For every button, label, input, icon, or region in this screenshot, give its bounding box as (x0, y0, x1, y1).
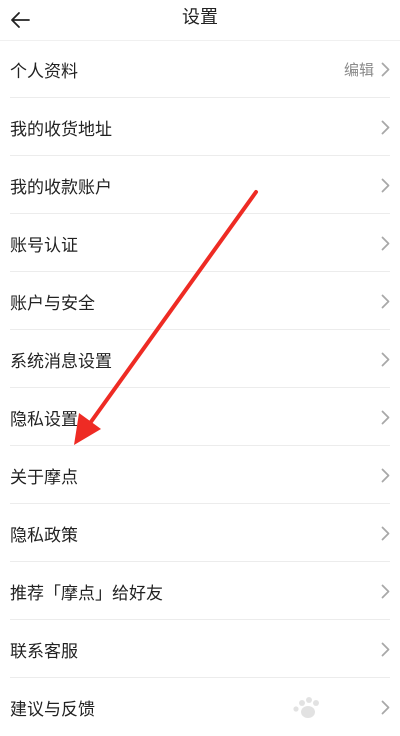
settings-item-label: 账户与安全 (10, 293, 95, 314)
chevron-right-icon (380, 583, 390, 599)
settings-item-account-verification[interactable]: 账号认证 (0, 214, 400, 272)
chevron-right-icon (380, 119, 390, 135)
settings-item-label: 我的收货地址 (10, 119, 112, 140)
settings-item-payout-account[interactable]: 我的收款账户 (0, 156, 400, 214)
chevron-right-icon (380, 409, 390, 425)
settings-item-shipping-address[interactable]: 我的收货地址 (0, 98, 400, 156)
settings-item-label: 关于摩点 (10, 467, 78, 488)
settings-item-privacy[interactable]: 隐私设置 (0, 388, 400, 446)
chevron-right-icon (380, 235, 390, 251)
settings-item-feedback[interactable]: 建议与反馈 (0, 678, 400, 736)
chevron-right-icon (380, 699, 390, 715)
settings-item-notifications[interactable]: 系统消息设置 (0, 330, 400, 388)
settings-item-label: 隐私设置 (10, 409, 78, 430)
top-bar: 设置 (0, 0, 400, 41)
edit-link[interactable]: 编辑 (344, 59, 374, 80)
settings-item-label: 建议与反馈 (10, 699, 95, 720)
chevron-right-icon (380, 467, 390, 483)
chevron-right-icon (380, 641, 390, 657)
settings-list: 个人资料 编辑 我的收货地址 我的收款账户 账号认证 账户与安全 系统消息设置 … (0, 40, 400, 736)
settings-item-profile[interactable]: 个人资料 编辑 (0, 40, 400, 98)
back-button[interactable] (4, 4, 36, 36)
chevron-right-icon (380, 525, 390, 541)
settings-item-label: 系统消息设置 (10, 351, 112, 372)
settings-item-label: 联系客服 (10, 641, 78, 662)
settings-item-label: 账号认证 (10, 235, 78, 256)
settings-item-privacy-policy[interactable]: 隐私政策 (0, 504, 400, 562)
settings-item-recommend[interactable]: 推荐「摩点」给好友 (0, 562, 400, 620)
settings-item-label: 隐私政策 (10, 525, 78, 546)
chevron-right-icon (380, 177, 390, 193)
settings-item-label: 推荐「摩点」给好友 (10, 583, 163, 604)
page-title: 设置 (182, 7, 218, 28)
settings-item-label: 我的收款账户 (10, 177, 112, 198)
arrow-left-icon (11, 12, 30, 28)
settings-item-account-security[interactable]: 账户与安全 (0, 272, 400, 330)
chevron-right-icon (380, 61, 390, 77)
settings-item-customer-service[interactable]: 联系客服 (0, 620, 400, 678)
settings-item-about[interactable]: 关于摩点 (0, 446, 400, 504)
settings-item-label: 个人资料 (10, 61, 78, 82)
chevron-right-icon (380, 351, 390, 367)
chevron-right-icon (380, 293, 390, 309)
